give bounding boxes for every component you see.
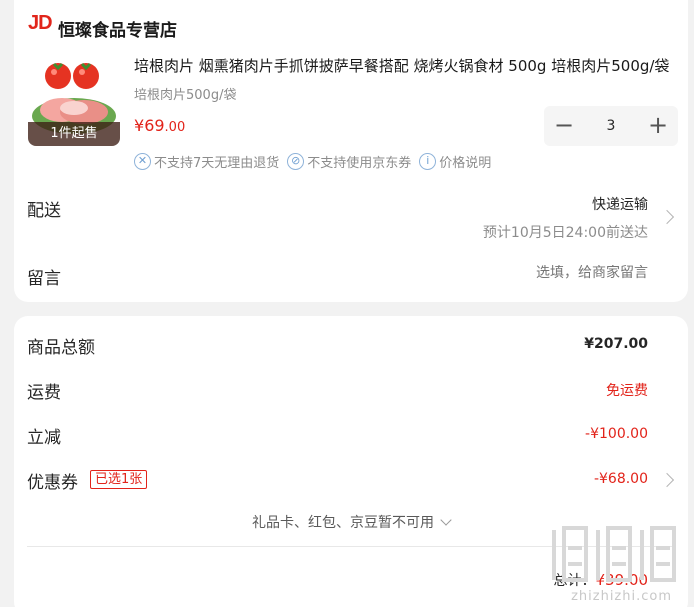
product-spec: 培根肉片500g/袋 bbox=[134, 88, 237, 103]
product-price: ¥69.00 bbox=[134, 116, 185, 135]
price-integer: 69 bbox=[144, 116, 165, 135]
quantity-plus-button[interactable]: + bbox=[638, 106, 678, 146]
watermark-logo-icon bbox=[552, 526, 676, 582]
quantity-value[interactable]: 3 bbox=[584, 106, 638, 146]
shipping-value: 免运费 bbox=[606, 383, 648, 399]
delivery-eta[interactable]: 预计10月5日24:00前送达 bbox=[483, 222, 648, 242]
min-order-badge: 1件起售 bbox=[28, 122, 120, 146]
jd-logo: JD bbox=[28, 12, 53, 34]
coupon-selected-badge[interactable]: 已选1张 bbox=[90, 470, 148, 489]
discount-value: -¥100.00 bbox=[585, 426, 648, 442]
goods-total-value: ¥207.00 bbox=[584, 336, 648, 352]
no-coupon-icon: ⊘ bbox=[287, 153, 305, 170]
price-symbol: ¥ bbox=[134, 116, 145, 135]
no-return-icon: ✕ bbox=[134, 153, 151, 170]
policy-no-coupon-label: 不支持使用京东券 bbox=[307, 156, 412, 171]
policy-price-info-label: 价格说明 bbox=[439, 156, 492, 171]
goods-total-label: 商品总额 bbox=[27, 338, 95, 358]
watermark: zhizhizhi.com bbox=[546, 520, 686, 606]
product-thumbnail[interactable]: 1件起售 bbox=[28, 54, 120, 146]
delivery-label: 配送 bbox=[27, 201, 61, 221]
message-label: 留言 bbox=[27, 269, 61, 289]
policy-tags: ✕ 不支持7天无理由退货 ⊘ 不支持使用京东券 i 价格说明 bbox=[134, 152, 491, 171]
price-decimal: .00 bbox=[164, 120, 186, 135]
message-input[interactable] bbox=[388, 265, 648, 281]
quantity-stepper: − 3 + bbox=[544, 106, 678, 146]
coupon-chevron-right-icon[interactable] bbox=[659, 472, 675, 488]
info-icon: i bbox=[419, 153, 437, 170]
policy-no-coupon: ⊘ 不支持使用京东券 bbox=[287, 152, 411, 171]
policy-no-return-label: 不支持7天无理由退货 bbox=[154, 156, 280, 171]
policy-price-info[interactable]: i 价格说明 bbox=[419, 152, 491, 171]
shop-card: JD 恒璨食品专营店 1件起售 培根肉片 烟熏猪肉片手抓饼披萨早餐搭配 烧烤火锅… bbox=[14, 0, 688, 302]
coupon-label: 优惠券 bbox=[27, 473, 78, 493]
chevron-down-icon bbox=[440, 514, 452, 526]
shipping-label: 运费 bbox=[27, 383, 61, 403]
product-title[interactable]: 培根肉片 烟熏猪肉片手抓饼披萨早餐搭配 烧烤火锅食材 500g 培根肉片500g… bbox=[134, 55, 674, 76]
discount-label: 立减 bbox=[27, 428, 61, 448]
coupon-value[interactable]: -¥68.00 bbox=[594, 471, 648, 487]
shop-name[interactable]: 恒璨食品专营店 bbox=[58, 16, 177, 41]
chevron-right-icon[interactable] bbox=[659, 209, 675, 225]
delivery-method[interactable]: 快递运输 bbox=[592, 194, 648, 214]
quantity-minus-button[interactable]: − bbox=[544, 106, 584, 146]
watermark-text: zhizhizhi.com bbox=[571, 589, 672, 604]
gift-card-note-text: 礼品卡、红包、京豆暂不可用 bbox=[252, 515, 434, 531]
policy-no-return: ✕ 不支持7天无理由退货 bbox=[134, 152, 279, 171]
